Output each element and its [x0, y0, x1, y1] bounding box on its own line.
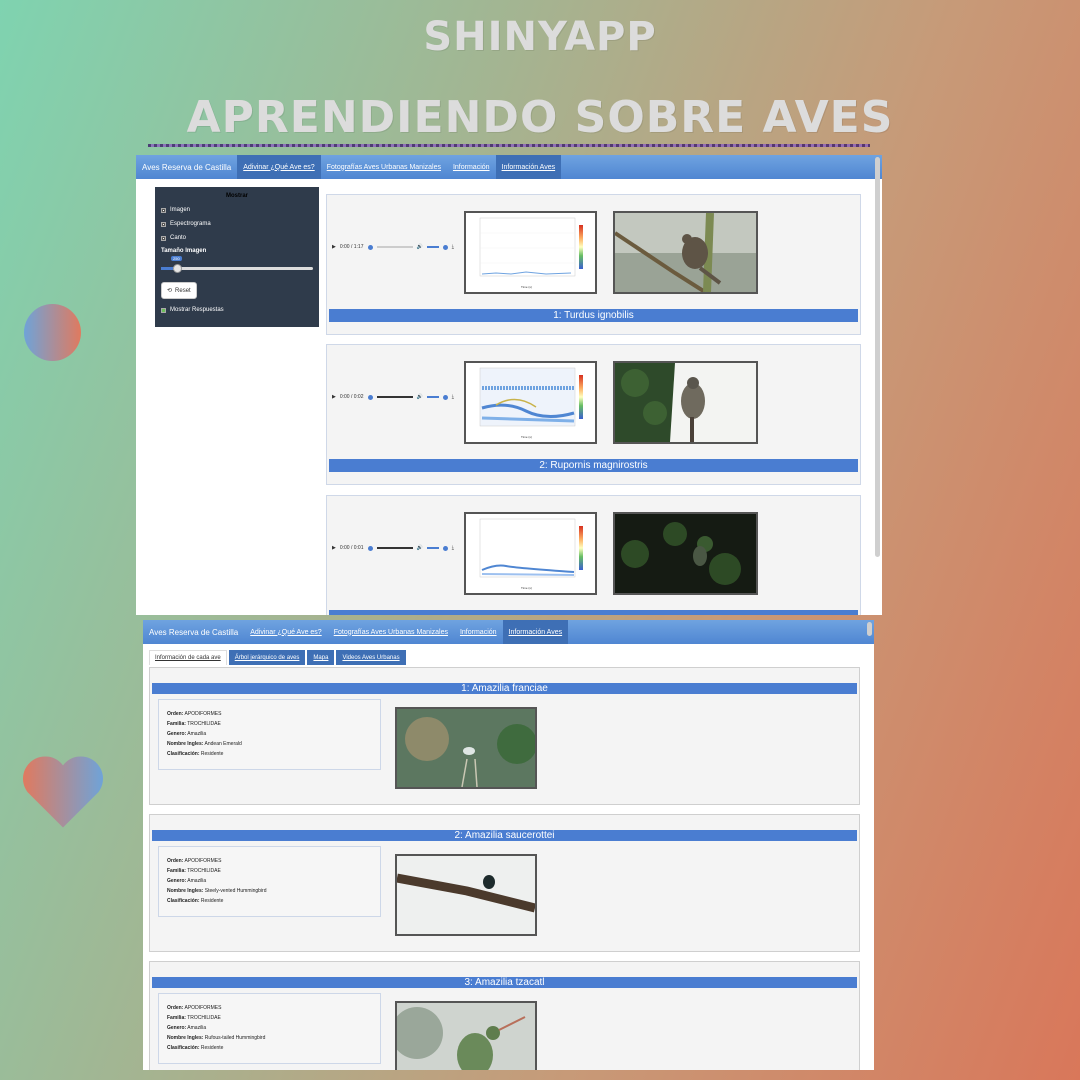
audio-progress-handle[interactable]: [367, 545, 373, 551]
checkbox[interactable]: [161, 235, 166, 241]
tab-informacion-aves[interactable]: Información Aves: [502, 620, 569, 644]
bird-details: Orden: APODIFORMES Familia: TROCHILIDAE …: [158, 993, 381, 1064]
subtab-informacion-cada-ave[interactable]: Información de cada ave: [149, 650, 227, 665]
spectrogram-image: Time (s): [464, 211, 597, 294]
info-card: 3: Amazilia tzacatl Orden: APODIFORMES F…: [149, 961, 860, 1070]
bird-details: Orden: APODIFORMES Familia: TROCHILIDAE …: [158, 699, 381, 770]
bird-details: Orden: APODIFORMES Familia: TROCHILIDAE …: [158, 846, 381, 917]
scrollbar[interactable]: [875, 157, 880, 557]
checkbox[interactable]: [161, 221, 166, 227]
app-screenshot-adivinar: Aves Reserva de Castilla Adivinar ¿Qué A…: [136, 155, 882, 615]
info-card-title: 2: Amazilia saucerottei: [152, 830, 857, 841]
heart-icon: [23, 756, 103, 828]
volume-icon[interactable]: 🔊: [417, 545, 423, 551]
spectrogram-image: Time (s): [464, 512, 597, 595]
bird-photo: [395, 1001, 537, 1070]
subtab-arbol-jerarquico[interactable]: Árbol jerárquico de aves: [228, 650, 306, 665]
volume-icon[interactable]: 🔊: [417, 244, 423, 250]
play-icon[interactable]: ▶: [332, 545, 336, 551]
tab-fotografias[interactable]: Fotografías Aves Urbanas Manizales: [328, 620, 454, 644]
decorative-line: [148, 144, 870, 147]
tab-informacion-aves[interactable]: Información Aves: [495, 155, 562, 179]
audio-player[interactable]: ▶ 0:00 / 1:17 🔊 ⤓: [332, 242, 454, 252]
audio-player[interactable]: ▶ 0:00 / 0:02 🔊 ⤓: [332, 392, 454, 402]
navbar: Aves Reserva de Castilla Adivinar ¿Qué A…: [136, 155, 882, 179]
info-card-title: 1: Amazilia franciae: [152, 683, 857, 694]
size-label: Tamaño Imagen: [161, 248, 207, 254]
spectrogram-image: Time (s): [464, 361, 597, 444]
bird-card-title: 1: Turdus ignobilis: [329, 309, 858, 322]
sidebar-title: Mostrar: [225, 193, 248, 199]
bird-photo: [395, 707, 537, 789]
volume-handle[interactable]: [442, 394, 448, 400]
play-icon[interactable]: ▶: [332, 394, 336, 400]
scrollbar[interactable]: [867, 622, 872, 636]
image-size-slider[interactable]: 250: [161, 256, 313, 276]
headline-title: SHINYAPP: [423, 14, 657, 60]
volume-handle[interactable]: [442, 545, 448, 551]
reset-button[interactable]: ⟲ Reset: [161, 282, 197, 299]
slider-value: 250: [171, 256, 182, 261]
option-canto[interactable]: Canto: [161, 235, 313, 241]
audio-progress-handle[interactable]: [367, 244, 373, 250]
tab-informacion[interactable]: Información: [447, 155, 496, 179]
play-icon[interactable]: ▶: [332, 244, 336, 250]
checkbox[interactable]: [161, 307, 166, 313]
audio-player[interactable]: ▶ 0:00 / 0:01 🔊 ⤓: [332, 543, 454, 553]
spectrogram-xlabel: Time (s): [521, 586, 532, 590]
tab-fotografias[interactable]: Fotografías Aves Urbanas Manizales: [321, 155, 447, 179]
bird-card-title: 2: Rupornis magnirostris: [329, 459, 858, 472]
navbar-brand[interactable]: Aves Reserva de Castilla: [136, 155, 237, 179]
spectrogram-xlabel: Time (s): [521, 435, 532, 439]
app-screenshot-informacion-aves: Aves Reserva de Castilla Adivinar ¿Qué A…: [143, 620, 874, 1070]
info-subtabs: Información de cada ave Árbol jerárquico…: [149, 650, 406, 665]
refresh-icon: ⟲: [167, 288, 173, 294]
bird-card: ▶ 0:00 / 1:17 🔊 ⤓ Time (s) 1: Turdus ign…: [326, 194, 861, 335]
spectrogram-xlabel: Time (s): [521, 285, 532, 289]
option-imagen[interactable]: Imagen: [161, 207, 313, 213]
volume-icon[interactable]: 🔊: [417, 394, 423, 400]
navbar: Aves Reserva de Castilla Adivinar ¿Qué A…: [143, 620, 874, 644]
bird-photo: [613, 211, 758, 294]
tab-adivinar[interactable]: Adivinar ¿Qué Ave es?: [237, 155, 321, 179]
tab-adivinar[interactable]: Adivinar ¿Qué Ave es?: [244, 620, 327, 644]
download-icon[interactable]: ⤓: [452, 244, 454, 250]
audio-progress-handle[interactable]: [367, 394, 373, 400]
bird-photo: [613, 512, 758, 595]
bird-photo: [613, 361, 758, 444]
download-icon[interactable]: ⤓: [452, 545, 454, 551]
volume-handle[interactable]: [442, 244, 448, 250]
decorative-circle: [24, 304, 81, 361]
checkbox[interactable]: [161, 207, 166, 213]
headline-subtitle: APRENDIENDO SOBRE AVES: [186, 92, 894, 143]
navbar-brand[interactable]: Aves Reserva de Castilla: [143, 620, 244, 644]
bird-photo: [395, 854, 537, 936]
sidebar-panel: Mostrar Imagen Espectrograma Canto Tamañ…: [155, 187, 319, 327]
bird-card: ▶ 0:00 / 0:01 🔊 ⤓ Time (s): [326, 495, 861, 615]
subtab-mapa[interactable]: Mapa: [307, 650, 335, 665]
option-espectrograma[interactable]: Espectrograma: [161, 221, 313, 227]
slider-handle[interactable]: [173, 264, 182, 273]
option-mostrar-respuestas[interactable]: Mostrar Respuestas: [161, 307, 313, 313]
download-icon[interactable]: ⤓: [452, 394, 454, 400]
info-card: 2: Amazilia saucerottei Orden: APODIFORM…: [149, 814, 860, 952]
info-card-title: 3: Amazilia tzacatl: [152, 977, 857, 988]
bird-card-title: [329, 610, 858, 615]
subtab-videos[interactable]: Videos Aves Urbanas: [336, 650, 406, 665]
bird-card: ▶ 0:00 / 0:02 🔊 ⤓ Time (s) 2: Rupornis m…: [326, 344, 861, 485]
tab-informacion[interactable]: Información: [454, 620, 503, 644]
info-card: 1: Amazilia franciae Orden: APODIFORMES …: [149, 667, 860, 805]
